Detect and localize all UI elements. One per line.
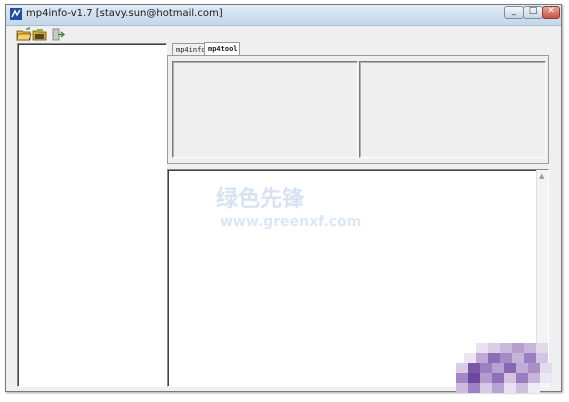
app-icon — [10, 8, 22, 20]
tab-mp4tool[interactable]: mp4tool — [204, 42, 240, 56]
watermark-text: 绿色先锋 — [216, 186, 305, 212]
minimize-icon: _ — [511, 6, 517, 16]
scroll-up-arrow-icon[interactable]: ▲ — [539, 172, 544, 180]
watermark-subtext: www.greenxf.com — [220, 214, 361, 230]
exit-icon[interactable] — [50, 27, 66, 42]
minimize-button[interactable]: _ — [504, 6, 524, 19]
title-bar[interactable]: mp4info-v1.7 [stavy.sun@hotmail.com] _ □… — [6, 5, 561, 26]
close-button[interactable]: ✕ — [542, 6, 560, 19]
tab-mp4info[interactable]: mp4info — [172, 43, 206, 55]
info-box-left[interactable] — [172, 61, 358, 158]
toolbar — [6, 26, 561, 43]
maximize-button[interactable]: □ — [523, 6, 543, 19]
watermark-logo: 绿色先锋 www.greenxf.com — [216, 186, 361, 230]
file-tree-panel[interactable] — [17, 43, 167, 387]
open-folder-icon[interactable] — [16, 27, 32, 42]
save-icon[interactable] — [32, 27, 48, 42]
maximize-icon: □ — [528, 6, 538, 16]
close-icon: ✕ — [547, 6, 555, 16]
info-box-right[interactable] — [359, 61, 546, 158]
app-window: mp4info-v1.7 [stavy.sun@hotmail.com] _ □… — [5, 4, 562, 392]
window-title: mp4info-v1.7 [stavy.sun@hotmail.com] — [26, 8, 223, 19]
tab-area: mp4info mp4tool — [167, 42, 549, 164]
pixelated-overlay — [456, 343, 552, 393]
tab-panel — [167, 55, 549, 164]
